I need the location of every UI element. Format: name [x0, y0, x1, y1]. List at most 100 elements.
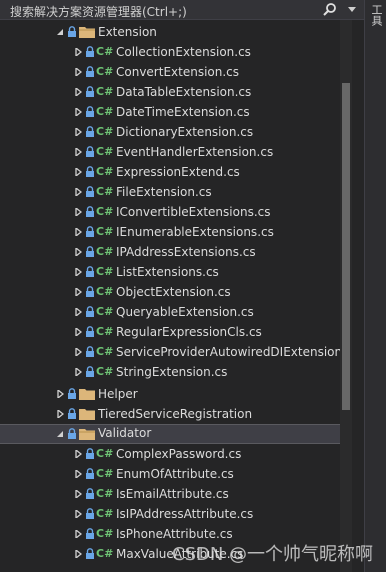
lock-icon — [86, 528, 94, 539]
expand-arrow-icon[interactable] — [56, 410, 64, 418]
expand-arrow-icon[interactable] — [74, 68, 82, 76]
expand-arrow-icon[interactable] — [74, 128, 82, 136]
tree-file[interactable]: C# IConvertibleExtensions.cs — [0, 202, 340, 222]
folder-label: TieredServiceRegistration — [98, 407, 253, 421]
expand-arrow-icon[interactable] — [74, 168, 82, 176]
tree-file[interactable]: C# IEnumerableExtensions.cs — [0, 222, 340, 242]
csharp-file-icon: C# — [96, 345, 114, 358]
expand-arrow-icon[interactable] — [74, 530, 82, 538]
csharp-file-icon: C# — [96, 547, 114, 560]
file-label: DictionaryExtension.cs — [116, 125, 254, 139]
search-options-dropdown-icon[interactable] — [348, 7, 356, 12]
file-label: ComplexPassword.cs — [116, 447, 242, 461]
csharp-file-icon: C# — [96, 125, 114, 138]
tree-file[interactable]: C# RegularExpressionCls.cs — [0, 322, 340, 342]
expand-arrow-icon[interactable] — [74, 148, 82, 156]
expand-arrow-icon[interactable] — [74, 248, 82, 256]
expand-arrow-icon[interactable] — [74, 368, 82, 376]
tree-file[interactable]: C# ListExtensions.cs — [0, 262, 340, 282]
tree-folder-helper[interactable]: Helper — [0, 384, 340, 404]
collapse-arrow-icon[interactable] — [56, 28, 64, 36]
file-label: EnumOfAttribute.cs — [116, 467, 234, 481]
tree-file[interactable]: C# DataTableExtension.cs — [0, 82, 340, 102]
tree-file[interactable]: C# EnumOfAttribute.cs — [0, 464, 340, 484]
tree-file[interactable]: C# DateTimeExtension.cs — [0, 102, 340, 122]
tree-folder-validator[interactable]: Validator — [0, 424, 340, 444]
lock-icon — [86, 326, 94, 337]
file-label: IsEmailAttribute.cs — [116, 487, 229, 501]
lock-icon — [86, 306, 94, 317]
lock-icon — [86, 448, 94, 459]
lock-icon — [68, 388, 76, 399]
expand-arrow-icon[interactable] — [74, 510, 82, 518]
lock-icon — [68, 408, 76, 419]
tree-file[interactable]: C# EventHandlerExtension.cs — [0, 142, 340, 162]
tree-file[interactable]: C# ExpressionExtend.cs — [0, 162, 340, 182]
expand-arrow-icon[interactable] — [74, 188, 82, 196]
folder-label: Validator — [98, 426, 152, 440]
search-icon[interactable] — [322, 2, 338, 18]
expand-arrow-icon[interactable] — [74, 88, 82, 96]
lock-icon — [86, 266, 94, 277]
scrollbar-thumb[interactable] — [342, 83, 350, 410]
csharp-file-icon: C# — [96, 325, 114, 338]
tree-file[interactable]: C# ServiceProviderAutowiredDIExtension. — [0, 342, 340, 362]
lock-icon — [86, 186, 94, 197]
lock-icon — [86, 46, 94, 57]
csharp-file-icon: C# — [96, 305, 114, 318]
file-label: QueryableExtension.cs — [116, 305, 254, 319]
file-label: ConvertExtension.cs — [116, 65, 240, 79]
file-label: ListExtensions.cs — [116, 265, 219, 279]
expand-arrow-icon[interactable] — [74, 550, 82, 558]
tree-file[interactable]: C# ComplexPassword.cs — [0, 444, 340, 464]
expand-arrow-icon[interactable] — [56, 390, 64, 398]
lock-icon — [86, 146, 94, 157]
solution-explorer: 搜索解决方案资源管理器(Ctrl+;) Extension C# Collecti… — [0, 0, 386, 572]
csharp-file-icon: C# — [96, 185, 114, 198]
solution-explorer-search[interactable]: 搜索解决方案资源管理器(Ctrl+;) — [0, 0, 364, 20]
tree-file[interactable]: C# IsIPAddressAttribute.cs — [0, 504, 340, 524]
csharp-file-icon: C# — [96, 245, 114, 258]
watermark: CSDN @一个帅气昵称啊 — [172, 544, 374, 565]
vertical-scrollbar[interactable] — [340, 20, 352, 572]
tree-file[interactable]: C# IPAddressExtensions.cs — [0, 242, 340, 262]
expand-arrow-icon[interactable] — [74, 108, 82, 116]
expand-arrow-icon[interactable] — [74, 288, 82, 296]
collapse-arrow-icon[interactable] — [56, 430, 64, 438]
tree-file[interactable]: C# ConvertExtension.cs — [0, 62, 340, 82]
file-label: ServiceProviderAutowiredDIExtension. — [116, 345, 340, 359]
expand-arrow-icon[interactable] — [74, 328, 82, 336]
csharp-file-icon: C# — [96, 105, 114, 118]
search-input[interactable]: 搜索解决方案资源管理器(Ctrl+;) — [10, 3, 187, 20]
lock-icon — [86, 226, 94, 237]
tree-folder-tieredserviceregistration[interactable]: TieredServiceRegistration — [0, 404, 340, 424]
expand-arrow-icon[interactable] — [74, 470, 82, 478]
lock-icon — [86, 66, 94, 77]
expand-arrow-icon[interactable] — [74, 308, 82, 316]
lock-icon — [86, 206, 94, 217]
csharp-file-icon: C# — [96, 165, 114, 178]
tree-file[interactable]: C# FileExtension.cs — [0, 182, 340, 202]
expand-arrow-icon[interactable] — [74, 348, 82, 356]
expand-arrow-icon[interactable] — [74, 48, 82, 56]
file-label: FileExtension.cs — [116, 185, 212, 199]
tree-file[interactable]: C# IsEmailAttribute.cs — [0, 484, 340, 504]
lock-icon — [86, 86, 94, 97]
csharp-file-icon: C# — [96, 205, 114, 218]
expand-arrow-icon[interactable] — [74, 268, 82, 276]
expand-arrow-icon[interactable] — [74, 450, 82, 458]
expand-arrow-icon[interactable] — [74, 490, 82, 498]
tree-file[interactable]: C# DictionaryExtension.cs — [0, 122, 340, 142]
lock-icon — [86, 548, 94, 559]
tree-file[interactable]: C# CollectionExtension.cs — [0, 42, 340, 62]
toolbox-tab[interactable]: 工具 — [368, 4, 384, 26]
expand-arrow-icon[interactable] — [74, 228, 82, 236]
tree-folder-extension[interactable]: Extension — [0, 22, 340, 42]
tree-file[interactable]: C# StringExtension.cs — [0, 362, 340, 382]
expand-arrow-icon[interactable] — [74, 208, 82, 216]
folder-open-icon — [79, 27, 95, 38]
tree-file[interactable]: C# QueryableExtension.cs — [0, 302, 340, 322]
tree-file[interactable]: C# ObjectExtension.cs — [0, 282, 340, 302]
folder-icon — [79, 389, 95, 400]
file-label: IConvertibleExtensions.cs — [116, 205, 271, 219]
